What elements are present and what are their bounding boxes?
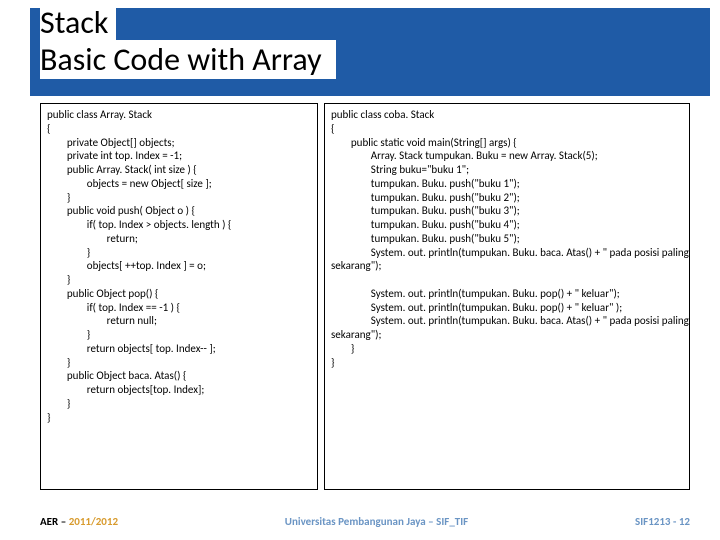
code-box-arraystack: public class Array. Stack { private Obje… <box>40 103 318 490</box>
code-row: public class Array. Stack { private Obje… <box>0 100 720 490</box>
slide-title-area: Stack Basic Code with Array <box>0 0 720 100</box>
code-box-cobastack: public class coba. Stack { public static… <box>324 103 690 490</box>
title-line-1: Stack <box>40 5 116 42</box>
footer-left-prefix: AER – <box>40 515 69 528</box>
title-underline <box>40 93 370 96</box>
title-line-2: Basic Code with Array <box>40 42 330 79</box>
footer-year: 2011/2012 <box>69 515 118 528</box>
footer-left: AER – 2011/2012 <box>40 515 118 528</box>
slide-footer: AER – 2011/2012 Universitas Pembangunan … <box>40 515 690 528</box>
footer-right: SIF1213 - 12 <box>635 515 690 528</box>
footer-mid: Universitas Pembangunan Jaya – SIF_TIF <box>285 515 468 528</box>
